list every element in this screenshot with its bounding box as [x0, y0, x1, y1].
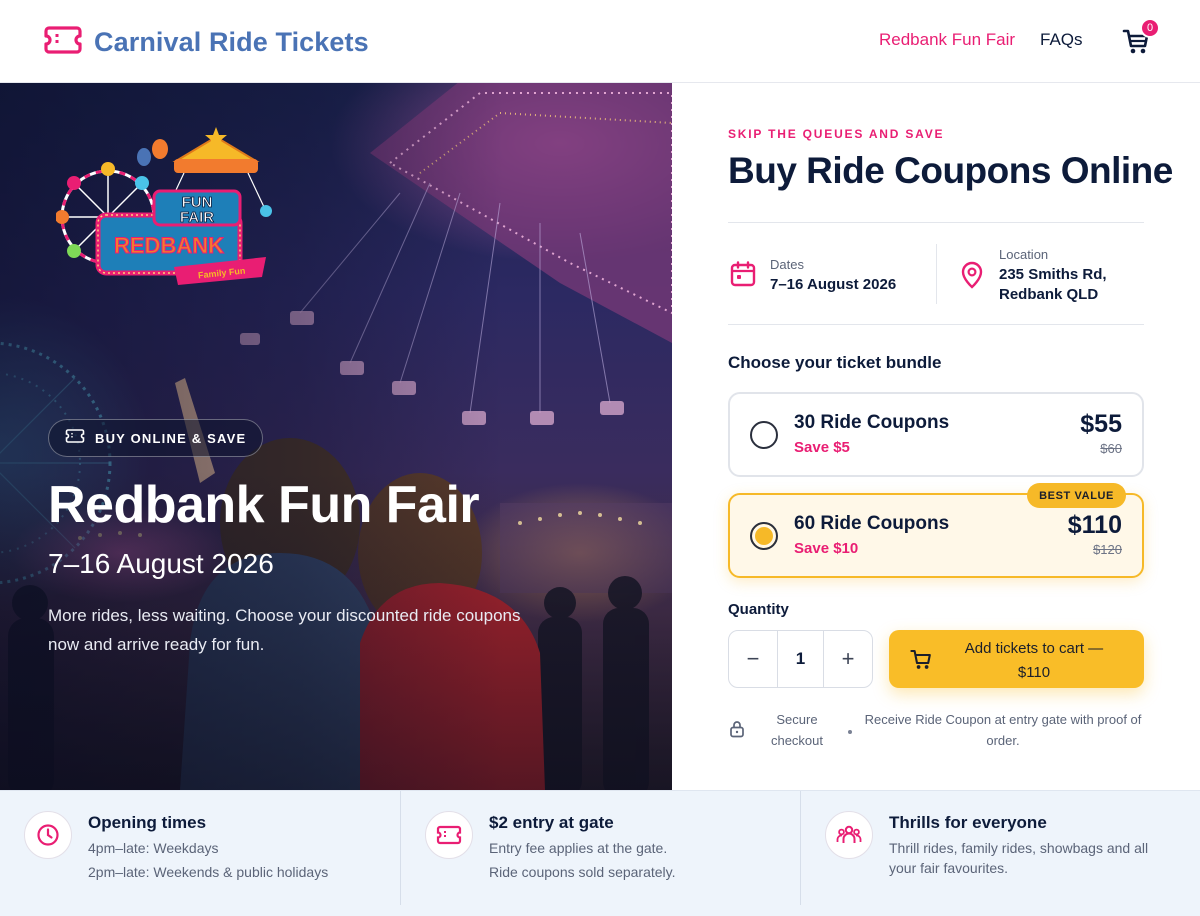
clock-icon — [24, 811, 72, 859]
site-header: Carnival Ride Tickets Redbank Fun Fair F… — [0, 0, 1200, 83]
features-strip: Opening times 4pm–late: Weekdays 2pm–lat… — [0, 790, 1200, 916]
panel-eyebrow: SKIP THE QUEUES AND SAVE — [728, 127, 945, 141]
pill-label: BUY ONLINE & SAVE — [95, 430, 247, 446]
feature-opening-times: Opening times 4pm–late: Weekdays 2pm–lat… — [0, 791, 400, 905]
divider — [728, 324, 1144, 325]
bundle-saving: Save $5 — [794, 439, 850, 456]
info-divider — [936, 244, 937, 304]
feature-title: Opening times — [88, 813, 207, 832]
location-line2: Redbank QLD — [999, 286, 1099, 303]
quantity-decrease-button[interactable]: − — [729, 631, 777, 687]
bundle-radio-60[interactable] — [750, 522, 778, 550]
people-icon — [825, 811, 873, 859]
best-value-badge: BEST VALUE — [1027, 483, 1126, 508]
bundle-option-30[interactable]: 30 Ride Coupons Save $5 $55 $60 — [728, 392, 1144, 477]
bundle-name: 30 Ride Coupons — [794, 412, 950, 433]
dot-separator — [848, 730, 852, 734]
feature-detail: Entry fee applies at the gate. — [489, 840, 668, 856]
feature-title: Thrills for everyone — [889, 813, 1047, 832]
feature-entry-fee: $2 entry at gate Entry fee applies at th… — [401, 791, 801, 905]
divider — [728, 222, 1144, 223]
feature-detail: 2pm–late: Weekends & public holidays — [88, 864, 329, 880]
brand-home-link[interactable]: Carnival Ride Tickets — [44, 24, 369, 61]
bundle-option-60[interactable]: BEST VALUE 60 Ride Coupons Save $10 $110… — [728, 483, 1144, 578]
quantity-label: Quantity — [728, 601, 789, 618]
hero-description: More rides, less waiting. Choose your di… — [48, 606, 521, 654]
hero-title: Redbank Fun Fair — [48, 476, 480, 534]
quantity-increase-button[interactable]: + — [824, 631, 872, 687]
buy-online-save-pill: BUY ONLINE & SAVE — [48, 419, 264, 457]
logo-text-redbank: REDBANK — [114, 233, 224, 258]
location-pin-icon — [960, 261, 984, 294]
add-to-cart-button[interactable]: Add tickets to cart — $110 — [889, 630, 1144, 688]
feature-detail: Ride coupons sold separately. — [489, 864, 676, 880]
nav-link-faqs[interactable]: FAQs — [1040, 30, 1083, 50]
cart-count-badge: 0 — [1140, 18, 1160, 38]
quantity-stepper: − 1 + — [728, 630, 873, 688]
logo-text-fair: FAIR — [180, 209, 214, 226]
nav-link-redbank-fun-fair[interactable]: Redbank Fun Fair — [879, 30, 1015, 50]
feature-detail: Thrill rides, family rides, showbags and… — [889, 840, 1149, 856]
bundle-saving: Save $10 — [794, 540, 859, 557]
ticket-logo-icon — [44, 24, 82, 61]
dates-value: 7–16 August 2026 — [770, 276, 897, 293]
gate-pickup-note: Receive Ride Coupon at entry gate with p… — [864, 712, 1142, 748]
brand-title: Carnival Ride Tickets — [94, 27, 369, 57]
bundle-heading: Choose your ticket bundle — [728, 353, 942, 372]
dates-label: Dates — [770, 257, 804, 272]
shopping-cart-icon — [1121, 29, 1151, 60]
location-label: Location — [999, 247, 1049, 262]
add-to-cart-label: Add tickets to cart — $110 — [964, 640, 1104, 681]
bundle-original-price: $60 — [1100, 441, 1122, 456]
feature-detail: your fair favourites. — [889, 860, 1009, 876]
shopping-cart-icon — [909, 647, 933, 674]
quantity-value[interactable]: 1 — [777, 631, 824, 687]
bundle-radio-30[interactable] — [750, 421, 778, 449]
hero-dates: 7–16 August 2026 — [48, 548, 274, 579]
panel-title: Buy Ride Coupons Online — [728, 150, 1173, 191]
location-line1: 235 Smiths Rd, — [999, 266, 1107, 283]
bundle-price: $110 — [1067, 511, 1122, 539]
feature-title: $2 entry at gate — [489, 813, 614, 832]
ticket-icon — [65, 428, 85, 449]
bundle-name: 60 Ride Coupons — [794, 513, 950, 534]
feature-thrills: Thrills for everyone Thrill rides, famil… — [801, 791, 1200, 905]
bundle-price: $55 — [1080, 410, 1122, 438]
secure-checkout-text: Secure checkout — [770, 712, 824, 748]
hero-section: FUN FAIR REDBANK Family Fun BUY ONLINE &… — [0, 83, 672, 790]
redbank-fun-fair-logo: FUN FAIR REDBANK Family Fun — [56, 127, 272, 285]
ticket-icon — [425, 811, 473, 859]
lock-icon — [729, 720, 745, 743]
feature-detail: 4pm–late: Weekdays — [88, 840, 219, 856]
bundle-original-price: $120 — [1093, 542, 1122, 557]
calendar-icon — [730, 261, 756, 292]
